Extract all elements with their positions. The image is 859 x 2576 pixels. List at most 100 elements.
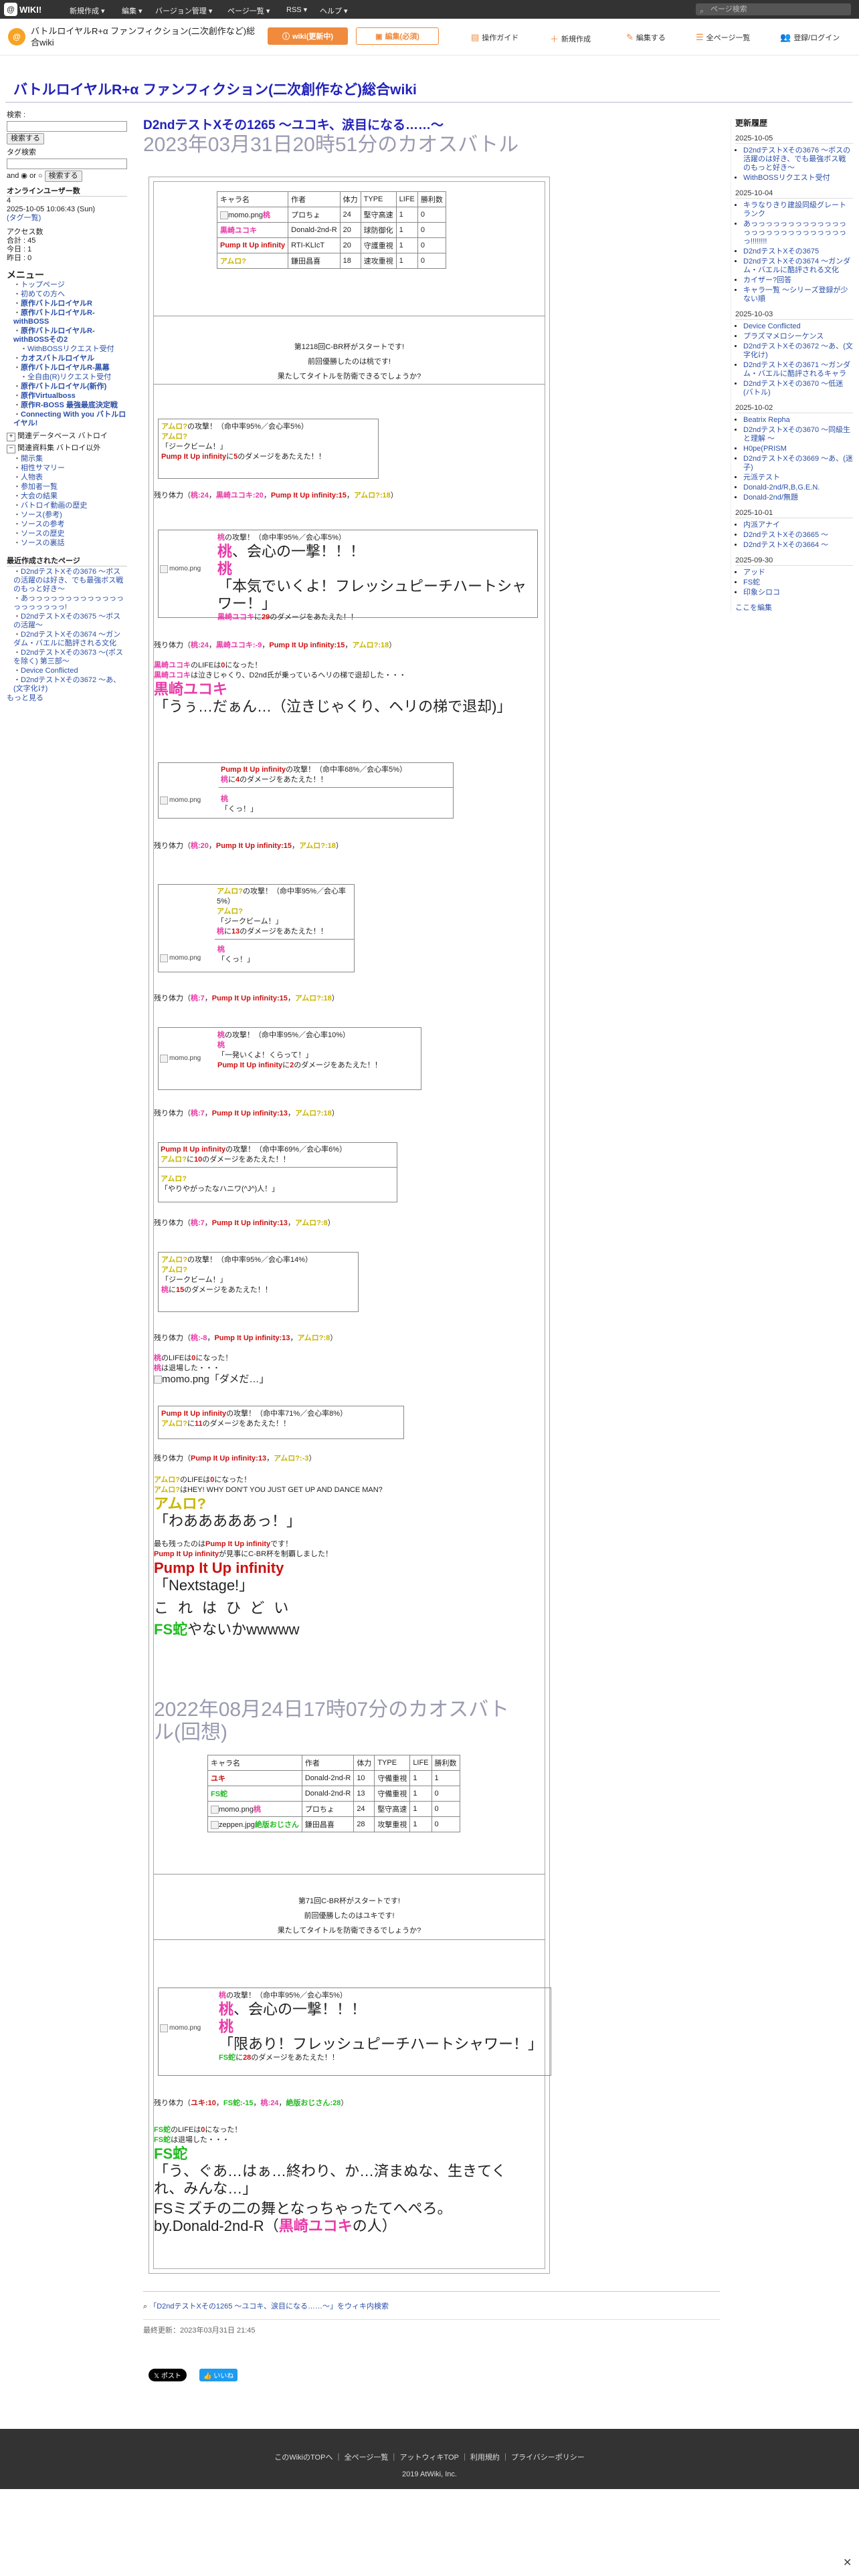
share-like-button[interactable]: 👍 いいね [199,2369,238,2381]
history-item[interactable]: D2ndテストXその3672 〜あ、(文字化け) [743,342,853,359]
menu-item[interactable]: 原作バトルロイヤルR-withBOSSその2 [13,327,95,344]
menu-item[interactable]: 全自由(R)リクエスト受付 [27,373,111,381]
page-footer: このWikiのTOPへ ｜ 全ページ一覧 ｜ アットウィキTOP ｜ 利用規約 … [0,2429,859,2489]
sub-menu-item[interactable]: ソースの参考 [21,520,64,528]
site-logo-icon[interactable]: @ [8,28,25,45]
menu-edit[interactable]: 編集 ▾ [122,5,142,16]
sub-menu-item[interactable]: 参加者一覧 [21,483,58,491]
recent-item[interactable]: D2ndテストXその3672 〜あ、(文字化け) [13,676,120,693]
history-item[interactable]: D2ndテストXその3675 [743,247,819,255]
menu-help[interactable]: ヘルプ ▾ [320,5,348,16]
close-icon[interactable]: ✕ [843,2556,852,2569]
menu-item[interactable]: 原作バトルロイヤル(新作) [21,383,106,391]
wiki-search-button[interactable]: 検索する [7,133,44,144]
menu-item[interactable]: 原作バトルロイヤルR [21,300,92,308]
broken-image-icon [160,954,168,962]
menu-version[interactable]: バージョン管理 ▾ [155,5,212,16]
history-item[interactable]: プラズマメロシーケンス [743,332,824,340]
history-item[interactable]: キラなりきり建設同級グレートランク [743,201,846,218]
history-item[interactable]: D2ndテストXその3676 〜ボスの活躍のは好き、でも最強ボス戦のもっと好き〜 [743,146,850,172]
footer-pages-link[interactable]: 全ページ一覧 [345,2454,389,2462]
recent-item[interactable]: D2ndテストXその3673 〜(ボスを除く) 第三部〜 [13,649,123,665]
recent-more-link[interactable]: もっと見る [7,694,127,703]
all-pages-link[interactable]: ☰ 全ページ一覧 [696,32,750,43]
menu-item[interactable]: WithBOSSリクエスト受付 [27,345,114,353]
history-item[interactable]: D2ndテストXその3665 〜 [743,531,828,539]
history-item[interactable]: カイザー?回答 [743,276,791,284]
menu-item[interactable]: トップページ [21,281,65,289]
sub-menu-item[interactable]: 相性サマリー [21,464,65,472]
history-item[interactable]: Device Conflicted [743,322,801,330]
recent-item[interactable]: Device Conflicted [21,667,78,675]
sub-menu-item[interactable]: ソースの裏話 [21,539,64,547]
wiki-info-button[interactable]: ⓘ wiki(更新中) [268,27,348,45]
toggle-db[interactable]: + 関連データベース バトロイ [7,432,127,441]
history-item[interactable]: D2ndテストXその3674 〜ガンダム・バエルに酷評される文化 [743,257,850,274]
edit-mode-button[interactable]: ▣ 編集(必須) [356,27,439,45]
character-table-1: キャラ名 作者 体力 TYPE LIFE 勝利数 momo.png桃 プロちょ … [216,191,446,269]
menu-item[interactable]: 原作Virtualboss [21,392,76,400]
history-item[interactable]: 印象シロコ [743,588,780,597]
history-item[interactable]: Donald-2nd/R,B,G.E.N. [743,484,820,492]
tag-search-input[interactable] [7,158,127,169]
page-search-input[interactable]: ⌕ ページ検索 [696,3,851,15]
recent-item[interactable]: D2ndテストXその3675 〜ボスの活躍〜 [13,613,120,629]
history-item[interactable]: D2ndテストXその3670 〜同級生と理解 〜 [743,426,850,443]
footer-atwiki-link[interactable]: アットウィキTOP [399,2454,458,2462]
history-item[interactable]: Beatrix Repha [743,416,790,424]
footer-top-link[interactable]: このWikiのTOPへ [274,2454,332,2462]
history-item[interactable]: FS蛇 [743,578,760,586]
atwiki-logo[interactable]: @ WIKI! [4,3,41,16]
wiki-search-input[interactable] [7,121,127,132]
history-item[interactable]: D2ndテストXその3669 〜あ、(迷子) [743,455,853,471]
history-item[interactable]: 元派テスト [743,473,780,481]
and-radio[interactable]: ◉ [21,172,27,180]
share-x-button[interactable]: 𝕏 ポスト [149,2369,187,2381]
hp-line: 残り体力（桃:20，Pump It Up infinity:15，アムロ?:18… [154,842,343,850]
history-item[interactable]: H0pe(PRISM [743,445,787,453]
site-name[interactable]: バトルロイヤルR+α ファンフィクション(二次創作など)総合wiki [31,25,258,48]
menu-pages[interactable]: ページ一覧 ▾ [227,5,270,16]
history-item[interactable]: D2ndテストXその3664 〜 [743,541,828,549]
sub-menu-item[interactable]: バトロイ動画の歴史 [21,502,87,510]
edit-link[interactable]: ✎ 編集する [626,32,666,43]
edit-this-link[interactable]: ここを編集 [735,604,853,613]
menu-item[interactable]: 原作バトルロイヤルR-黒幕 [21,364,110,372]
guide-link[interactable]: ▤ 操作ガイド [471,32,518,43]
tag-list-link[interactable]: (タグ一覧) [7,214,127,223]
menu-rss[interactable]: RSS ▾ [286,5,307,14]
menu-new[interactable]: 新規作成 ▾ [70,5,105,16]
sub-menu-item[interactable]: ソース(参考) [21,511,62,519]
toggle-other[interactable]: − 関連資料集 バトロイ以外 [7,444,127,453]
tag-search-button[interactable]: 検索する [44,171,82,182]
recent-item[interactable]: D2ndテストXその3674 〜ガンダム・バエルに酷評される文化 [13,631,120,647]
footer-privacy-link[interactable]: プライバシーポリシー [511,2454,585,2462]
footer-terms-link[interactable]: 利用規約 [470,2454,500,2462]
sub-menu-item[interactable]: 開示集 [21,455,43,463]
recent-item[interactable]: D2ndテストXその3676 〜ボスの活躍のは好き、でも最強ボス戦のもっと好き〜 [13,568,123,593]
recent-item[interactable]: あっっっっっっっっっっっっっっっっっっっっ! [13,595,124,611]
history-item[interactable]: キャラ一覧 〜シリーズ登録が少ない順 [743,286,848,303]
sub-menu-item[interactable]: ソースの歴史 [21,530,64,538]
history-item[interactable]: D2ndテストXその3671 〜ガンダム・バエルに酷評されるキャラ [743,361,850,378]
history-item[interactable]: あっっっっっっっっっっっっっっっっっっっっっっっっっっっっ!!!!!!!! [743,220,846,245]
menu-item[interactable]: 原作バトルロイヤルR-withBOSS [13,309,95,326]
or-radio[interactable]: ○ [38,172,43,180]
momo-image: momo.png [160,1053,201,1063]
history-item[interactable]: D2ndテストXその3670 〜低迷(バトル) [743,380,843,397]
table-row: ユキ Donald-2nd-R 10 守備重視 1 1 [207,1770,460,1786]
sub-menu-item[interactable]: 人物表 [21,473,43,481]
menu-item[interactable]: カオスバトルロイヤル [21,354,94,362]
menu-item[interactable]: 原作R-BOSS 最強最底決定戦 [21,401,118,409]
new-page-link[interactable]: ＋新規作成 [550,32,591,45]
wiki-title[interactable]: バトルロイヤルR+α ファンフィクション(二次創作など)総合wiki [13,79,417,99]
menu-item[interactable]: 初めての方へ [21,290,65,298]
history-item[interactable]: WithBOSSリクエスト受付 [743,174,830,182]
login-link[interactable]: 👥 登録/ログイン [780,32,840,43]
history-item[interactable]: Donald-2nd/無題 [743,494,798,502]
history-item[interactable]: アッド [743,568,765,576]
menu-item[interactable]: Connecting With you バトルロイヤル! [13,411,126,427]
history-item[interactable]: 内派アナイ [743,521,780,529]
wiki-search-footer[interactable]: ⌕ 「D2ndテストXその1265 〜ユコキ、涙目になる……〜」をウィキ内検索 [143,2300,389,2311]
sub-menu-item[interactable]: 大会の結果 [21,492,58,500]
